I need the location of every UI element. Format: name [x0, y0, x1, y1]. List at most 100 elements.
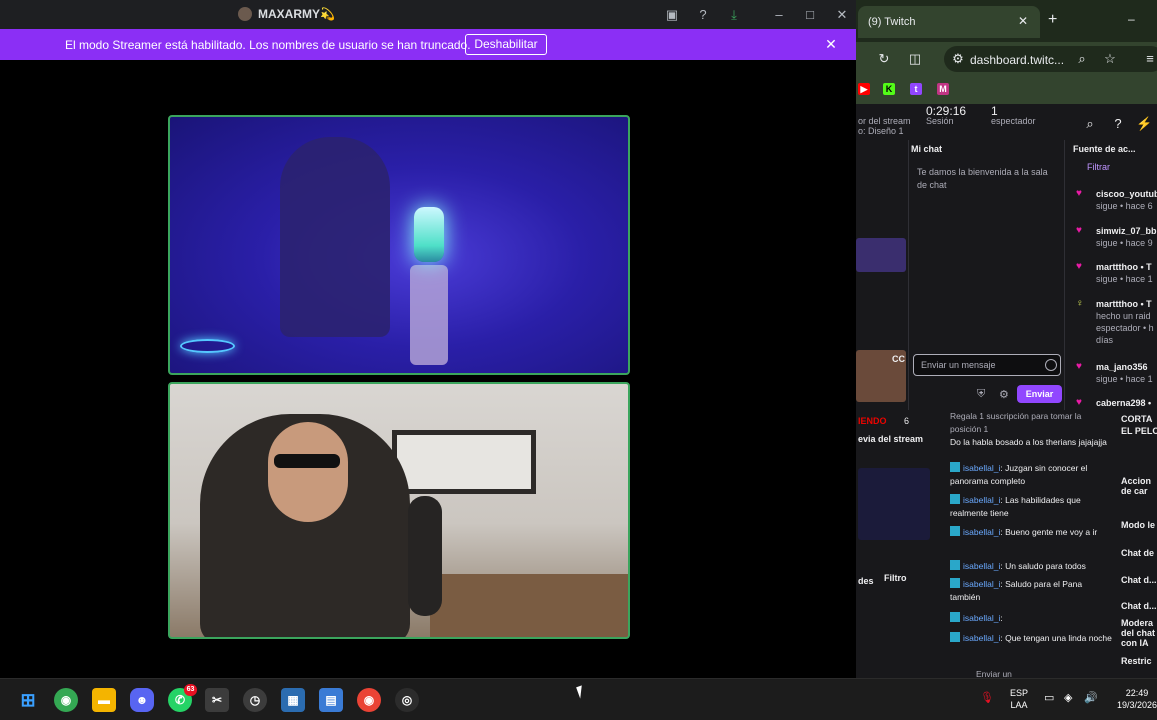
stream-thumbnail[interactable] — [856, 238, 906, 272]
download-icon[interactable]: ⤓ — [726, 7, 742, 23]
shield-icon[interactable]: ⛨ — [977, 388, 985, 401]
help-icon[interactable]: ? — [1110, 116, 1126, 131]
microphone — [408, 496, 442, 616]
split-view-icon[interactable]: ◫ — [907, 51, 923, 67]
language-indicator[interactable]: ESP LAA — [1010, 687, 1028, 711]
session-stat: 0:29:16 Sesión — [926, 104, 967, 126]
youtube-icon[interactable]: ▶ — [858, 83, 870, 95]
badge-icon — [950, 560, 960, 570]
bookmark-m-icon[interactable]: M — [937, 83, 949, 95]
volume-icon[interactable]: 🔊 — [1084, 691, 1098, 704]
bookmark-star-icon[interactable]: ☆ — [1102, 51, 1118, 67]
chat-setting-item[interactable]: Chat d... — [1121, 601, 1157, 611]
live-count: 6 — [904, 416, 910, 426]
quick-actions-label[interactable]: Accion — [1121, 476, 1151, 486]
chrome-profile-icon[interactable]: ◉ — [357, 688, 381, 712]
raid-icon: ♀ — [1076, 298, 1084, 309]
activity-feed: Fuente de ac... Filtrar ♥ ciscoo_youtub … — [1073, 144, 1157, 408]
menu-icon[interactable]: ≡ — [1142, 51, 1157, 66]
close-icon[interactable]: ✕ — [834, 7, 850, 23]
settings-icon[interactable]: ⚙ — [999, 388, 1009, 401]
person-face — [268, 422, 348, 522]
desk — [430, 574, 628, 637]
heart-icon: ♥ — [1076, 361, 1082, 372]
chrome-icon[interactable]: ◉ — [54, 688, 78, 712]
whatsapp-icon[interactable]: ✆ 63 — [168, 684, 197, 712]
sunglasses — [274, 454, 340, 468]
status-icon[interactable]: ⚡ — [1136, 116, 1152, 132]
twitch-dashboard: or del stream o: Diseño 1 0:29:16 Sesión… — [856, 104, 1157, 678]
send-button[interactable]: Enviar — [1017, 385, 1062, 403]
file-explorer-icon[interactable]: ▬ — [92, 688, 116, 712]
obs-icon[interactable]: ◎ — [395, 688, 419, 712]
chat-input[interactable]: Enviar un mensaje — [913, 354, 1061, 376]
tab-close-icon[interactable]: ✕ — [1018, 14, 1028, 28]
emote-icon[interactable] — [1045, 359, 1057, 371]
badge-icon — [950, 578, 960, 588]
preview-label: evia del stream — [858, 434, 924, 444]
tab-twitch[interactable]: (9) Twitch ✕ — [858, 6, 1040, 38]
notepad-icon[interactable]: ▤ — [319, 688, 343, 712]
search-icon[interactable]: ⌕ — [1074, 51, 1090, 67]
chrome-window: (9) Twitch ✕ + – ↻ ◫ ⚙ dashboard.twitc..… — [856, 0, 1157, 678]
maximize-icon[interactable]: □ — [802, 7, 818, 23]
person-silhouette — [280, 137, 390, 337]
filter-link[interactable]: Filtrar — [1087, 162, 1110, 172]
stream-title-cut: or del stream o: Diseño 1 — [858, 116, 911, 136]
filter-button[interactable]: Filtro — [884, 573, 907, 583]
microphone-light — [414, 207, 444, 262]
heart-icon: ♥ — [1076, 397, 1082, 408]
chat-setting-item[interactable]: Chat de — [1121, 548, 1154, 558]
twitch-icon[interactable]: t — [910, 83, 922, 95]
new-tab-icon[interactable]: + — [1048, 12, 1057, 28]
notification-badge: 63 — [184, 684, 197, 696]
system-clock[interactable]: 22:49 19/3/2026 — [1117, 687, 1157, 711]
kick-icon[interactable]: K — [883, 83, 895, 95]
minimize-icon[interactable]: – — [1128, 12, 1135, 26]
chat-message: isabellal_i: Que tengan una linda noche — [950, 632, 1114, 645]
gift-sub-prompt[interactable]: Regala 1 suscripción para tomar la posic… — [950, 410, 1114, 436]
tab-strip: (9) Twitch ✕ + – — [856, 0, 1157, 42]
ai-moderation-item[interactable]: Modera — [1121, 618, 1153, 628]
badge-icon — [950, 526, 960, 536]
chat-message: isabellal_i: — [950, 612, 1114, 625]
network-icon[interactable]: ◈ — [1064, 691, 1072, 704]
chat-message: isabellal_i: Saludo para el Pana también — [950, 578, 1083, 602]
screen-share-icon[interactable]: ▣ — [664, 7, 680, 23]
snipping-tool-icon[interactable]: ✂ — [205, 688, 229, 712]
my-chat-title[interactable]: Mi chat — [911, 144, 942, 160]
video-tile-camera-1[interactable] — [168, 115, 630, 375]
ai-moderation-item: del chat — [1121, 628, 1156, 638]
disable-streamer-mode-button[interactable]: Deshabilitar — [465, 34, 547, 55]
wall-mirror — [392, 430, 536, 494]
microphone-icon[interactable]: 🎙 — [980, 691, 994, 704]
calculator-icon[interactable]: ▦ — [281, 688, 305, 712]
restrict-item[interactable]: Restric — [1121, 656, 1152, 666]
address-bar[interactable]: ⚙ dashboard.twitc... ⌕ ☆ — [944, 46, 1157, 72]
activity-title[interactable]: Fuente de ac... — [1073, 144, 1136, 160]
reload-icon[interactable]: ↻ — [876, 51, 892, 67]
video-tile-camera-2[interactable] — [168, 382, 630, 639]
lower-chat-panel: Regala 1 suscripción para tomar la posic… — [946, 410, 1114, 678]
clock-app-icon[interactable]: ◷ — [243, 688, 267, 712]
close-banner-icon[interactable]: ✕ — [823, 36, 839, 52]
welcome-message: Te damos la bienvenida a la sala de chat — [917, 167, 1048, 190]
streamer-mode-banner: El modo Streamer está habilitado. Los no… — [0, 29, 856, 60]
minimize-icon[interactable]: – — [771, 7, 787, 23]
badge-icon — [950, 494, 960, 504]
window-icon[interactable]: ▭ — [1044, 691, 1054, 704]
chat-setting-item[interactable]: Chat d... — [1121, 575, 1157, 585]
tab-title: (9) Twitch — [868, 16, 916, 28]
badge-icon — [950, 462, 960, 472]
window-title: MAXARMY💫 — [238, 7, 335, 21]
ai-moderation-item: con IA — [1121, 638, 1149, 648]
start-icon[interactable]: ⊞ — [16, 688, 40, 712]
discord-icon[interactable]: ☻ — [130, 688, 154, 712]
discord-window: MAXARMY💫 ▣ ? ⤓ – □ ✕ El modo Streamer es… — [0, 0, 856, 678]
mode-item[interactable]: Modo le — [1121, 520, 1155, 530]
site-settings-icon[interactable]: ⚙ — [950, 51, 966, 67]
search-icon[interactable]: ⌕ — [1082, 116, 1098, 132]
help-icon[interactable]: ? — [695, 7, 711, 23]
reward-label: CORTA — [1121, 414, 1153, 424]
preview-video[interactable] — [858, 468, 930, 540]
